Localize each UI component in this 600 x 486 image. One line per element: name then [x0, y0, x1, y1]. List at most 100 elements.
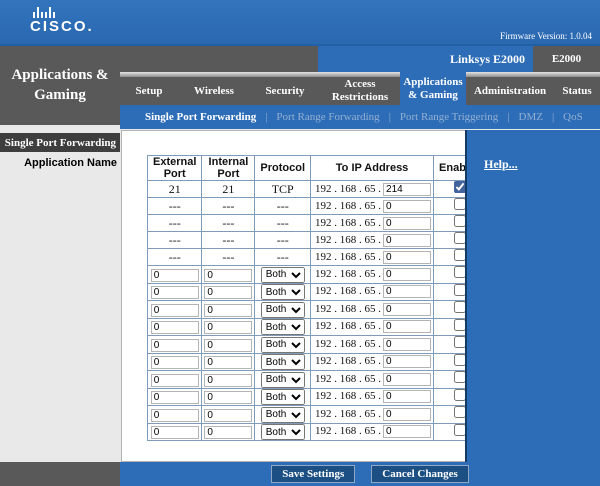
- ip-prefix: 192 . 168 . 65 .: [315, 251, 381, 263]
- internal-port-input[interactable]: [204, 409, 252, 422]
- internal-port-input[interactable]: [204, 321, 252, 334]
- table-row: Both 192 . 168 . 65 .: [148, 283, 488, 301]
- protocol-select[interactable]: Both: [261, 284, 305, 300]
- ip-last-octet-input[interactable]: [383, 373, 431, 386]
- to-ip-cell: 192 . 168 . 65 .: [311, 406, 434, 424]
- protocol-select[interactable]: Both: [261, 424, 305, 440]
- tab-access-restrictions[interactable]: Access Restrictions: [320, 77, 400, 105]
- column-header-to-ip-address: To IP Address: [311, 156, 434, 181]
- internal-port-cell: [202, 301, 255, 319]
- protocol-cell: Both: [255, 318, 311, 336]
- tab-applications-gaming[interactable]: Applications & Gaming: [400, 72, 466, 105]
- brand-row-spacer: [120, 46, 318, 72]
- column-header-internal-port: Internal Port: [202, 156, 255, 181]
- protocol-value: TCP: [255, 181, 311, 198]
- table-row: Both 192 . 168 . 65 .: [148, 336, 488, 354]
- subnav-single-port-forwarding[interactable]: Single Port Forwarding: [145, 111, 256, 123]
- cisco-logo: CISCO.: [30, 5, 94, 35]
- protocol-select[interactable]: Both: [261, 337, 305, 353]
- ip-prefix: 192 . 168 . 65 .: [315, 303, 381, 315]
- ip-last-octet-input[interactable]: [383, 285, 431, 298]
- protocol-value: ---: [255, 215, 311, 232]
- tab-setup[interactable]: Setup: [120, 77, 178, 105]
- tab-status[interactable]: Status: [554, 77, 600, 105]
- subnav-port-range-triggering[interactable]: Port Range Triggering: [400, 111, 498, 123]
- tab-security[interactable]: Security: [250, 77, 320, 105]
- internal-port-cell: [202, 353, 255, 371]
- tab-wireless[interactable]: Wireless: [178, 77, 250, 105]
- ip-last-octet-input[interactable]: [383, 408, 431, 421]
- protocol-cell: Both: [255, 388, 311, 406]
- ip-last-octet-input[interactable]: [383, 217, 431, 230]
- table-row: Both 192 . 168 . 65 .: [148, 406, 488, 424]
- cancel-changes-button[interactable]: Cancel Changes: [371, 465, 468, 483]
- ip-last-octet-input[interactable]: [383, 234, 431, 247]
- ip-last-octet-input[interactable]: [383, 425, 431, 438]
- nav-tabs: SetupWirelessSecurityAccess Restrictions…: [120, 77, 600, 105]
- sub-nav: Single Port Forwarding | Port Range Forwar…: [120, 105, 600, 129]
- internal-port-input[interactable]: [204, 339, 252, 352]
- to-ip-cell: 192 . 168 . 65 .: [311, 215, 434, 232]
- internal-port-input[interactable]: [204, 374, 252, 387]
- external-port-input[interactable]: [151, 286, 199, 299]
- to-ip-cell: 192 . 168 . 65 .: [311, 283, 434, 301]
- subnav-dmz[interactable]: DMZ: [519, 111, 543, 123]
- protocol-select[interactable]: Both: [261, 354, 305, 370]
- external-port-input[interactable]: [151, 409, 199, 422]
- ip-last-octet-input[interactable]: [383, 390, 431, 403]
- ip-last-octet-input[interactable]: [383, 183, 431, 196]
- protocol-select[interactable]: Both: [261, 267, 305, 283]
- to-ip-cell: 192 . 168 . 65 .: [311, 198, 434, 215]
- internal-port-value: ---: [202, 232, 255, 249]
- protocol-cell: Both: [255, 283, 311, 301]
- subnav-port-range-forwarding[interactable]: Port Range Forwarding: [276, 111, 379, 123]
- internal-port-input[interactable]: [204, 304, 252, 317]
- external-port-cell: [148, 336, 202, 354]
- ip-prefix: 192 . 168 . 65 .: [315, 285, 381, 297]
- external-port-input[interactable]: [151, 321, 199, 334]
- ip-last-octet-input[interactable]: [383, 303, 431, 316]
- external-port-input[interactable]: [151, 339, 199, 352]
- external-port-input[interactable]: [151, 304, 199, 317]
- save-settings-button[interactable]: Save Settings: [271, 465, 355, 483]
- internal-port-input[interactable]: [204, 356, 252, 369]
- to-ip-cell: 192 . 168 . 65 .: [311, 371, 434, 389]
- external-port-cell: [148, 353, 202, 371]
- ip-last-octet-input[interactable]: [383, 200, 431, 213]
- protocol-select[interactable]: Both: [261, 302, 305, 318]
- protocol-select[interactable]: Both: [261, 407, 305, 423]
- ip-last-octet-input[interactable]: [383, 338, 431, 351]
- ip-last-octet-input[interactable]: [383, 251, 431, 264]
- external-port-input[interactable]: [151, 356, 199, 369]
- protocol-select[interactable]: Both: [261, 319, 305, 335]
- table-row: ---------192 . 168 . 65 .: [148, 232, 488, 249]
- internal-port-input[interactable]: [204, 269, 252, 282]
- internal-port-cell: [202, 318, 255, 336]
- internal-port-input[interactable]: [204, 286, 252, 299]
- external-port-cell: [148, 318, 202, 336]
- internal-port-cell: [202, 336, 255, 354]
- ip-last-octet-input[interactable]: [383, 320, 431, 333]
- to-ip-cell: 192 . 168 . 65 .: [311, 336, 434, 354]
- ip-prefix: 192 . 168 . 65 .: [315, 408, 381, 420]
- ip-prefix: 192 . 168 . 65 .: [315, 338, 381, 350]
- subnav-separator: |: [265, 111, 267, 123]
- internal-port-input[interactable]: [204, 426, 252, 439]
- external-port-input[interactable]: [151, 426, 199, 439]
- protocol-cell: Both: [255, 301, 311, 319]
- help-link[interactable]: Help...: [484, 157, 518, 172]
- subnav-qos[interactable]: QoS: [563, 111, 583, 123]
- internal-port-input[interactable]: [204, 391, 252, 404]
- tab-administration[interactable]: Administration: [466, 77, 554, 105]
- external-port-input[interactable]: [151, 391, 199, 404]
- ip-prefix: 192 . 168 . 65 .: [315, 200, 381, 212]
- external-port-input[interactable]: [151, 374, 199, 387]
- protocol-cell: Both: [255, 336, 311, 354]
- protocol-select[interactable]: Both: [261, 372, 305, 388]
- protocol-select[interactable]: Both: [261, 389, 305, 405]
- content-panel: External PortInternal PortProtocolTo IP …: [121, 130, 466, 462]
- external-port-input[interactable]: [151, 269, 199, 282]
- ip-last-octet-input[interactable]: [383, 268, 431, 281]
- internal-port-cell: [202, 283, 255, 301]
- ip-last-octet-input[interactable]: [383, 355, 431, 368]
